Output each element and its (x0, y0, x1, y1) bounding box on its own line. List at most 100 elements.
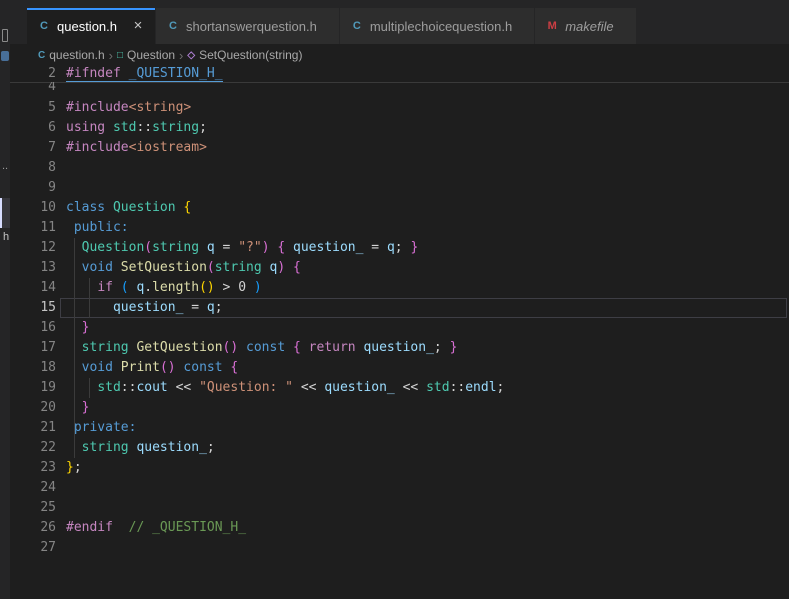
code-line-20[interactable]: 20 } (10, 398, 789, 418)
line-number[interactable]: 16 (10, 318, 56, 338)
tab-shortanswerquestion-h[interactable]: Cshortanswerquestion.h (156, 8, 340, 44)
code-token: #include (66, 140, 129, 155)
line-number[interactable]: 14 (10, 278, 56, 298)
code-line-15[interactable]: 15 question_ = q; (10, 298, 789, 318)
line-number[interactable]: 12 (10, 238, 56, 258)
code-line-10[interactable]: 10 class Question { (10, 198, 789, 218)
line-number[interactable]: 6 (10, 118, 56, 138)
code-token: SetQuestion (120, 260, 207, 275)
code-token: GetQuestion (136, 340, 223, 355)
line-number[interactable]: 2 (10, 66, 56, 82)
code-line-25[interactable]: 25 (10, 498, 789, 518)
line-content: class Question { (66, 198, 789, 218)
code-line-6[interactable]: 6 using std::string; (10, 118, 789, 138)
close-icon[interactable]: × (129, 17, 147, 35)
line-content: void Print() const { (66, 358, 789, 378)
line-content (66, 178, 789, 198)
symbol-method-icon: ◇ (187, 49, 196, 61)
code-token: = (214, 240, 239, 255)
code-token: std (112, 120, 137, 135)
sidebar-active-item-fragment[interactable] (0, 198, 10, 228)
code-token: ) (261, 240, 270, 255)
breadcrumb-item-2[interactable]: ◇ SetQuestion(string) (187, 48, 302, 62)
code-token: << (394, 380, 427, 395)
line-number[interactable]: 24 (10, 478, 56, 498)
code-line-16[interactable]: 16 } (10, 318, 789, 338)
tab-multiplechoicequestion-h[interactable]: Cmultiplechoicequestion.h (339, 8, 536, 44)
line-number[interactable]: 7 (10, 138, 56, 158)
line-number[interactable]: 26 (10, 518, 56, 538)
line-number[interactable]: 21 (10, 418, 56, 438)
line-number[interactable]: 10 (10, 198, 56, 218)
code-token: if (97, 280, 113, 295)
breadcrumb-item-0[interactable]: Cquestion.h (38, 48, 105, 62)
code-token: #endif (66, 520, 113, 535)
line-number[interactable]: 17 (10, 338, 56, 358)
tab-makefile[interactable]: Mmakefile (535, 8, 637, 44)
line-number[interactable]: 11 (10, 218, 56, 238)
code-line-19[interactable]: 19 std::cout << "Question: " << question… (10, 378, 789, 398)
code-line-2[interactable]: 2 #ifndef _QUESTION_H_ (10, 66, 789, 82)
code-line-26[interactable]: 26 #endif // _QUESTION_H_ (10, 518, 789, 538)
code-line-9[interactable]: 9 (10, 178, 789, 198)
line-number[interactable]: 5 (10, 98, 56, 118)
code-line-27[interactable]: 27 (10, 538, 789, 558)
code-token: q (206, 300, 215, 315)
code-line-7[interactable]: 7 #include<iostream> (10, 138, 789, 158)
code-token: Question (112, 200, 176, 215)
sidebar-sliver: .. h (0, 0, 10, 599)
code-line-17[interactable]: 17 string GetQuestion() const { return q… (10, 338, 789, 358)
line-number[interactable]: 27 (10, 538, 56, 558)
code-token: question_ (324, 380, 395, 395)
code-line-13[interactable]: 13 void SetQuestion(string q) { (10, 258, 789, 278)
code-line-5[interactable]: 5 #include<string> (10, 98, 789, 118)
line-number[interactable]: 15 (10, 298, 56, 318)
partially-scrolled-line[interactable]: 4 (10, 82, 789, 98)
line-number[interactable]: 23 (10, 458, 56, 478)
line-number[interactable]: 25 (10, 498, 56, 518)
code-line-21[interactable]: 21 private: (10, 418, 789, 438)
tab-question-h[interactable]: Cquestion.h × (27, 8, 156, 44)
code-token: } (81, 320, 90, 335)
code-editor[interactable]: 2 #ifndef _QUESTION_H_ 4 5 #include<string… (10, 66, 789, 558)
code-token: ; (73, 460, 82, 475)
code-token: Question (81, 240, 145, 255)
code-token: std (97, 380, 121, 395)
code-line-8[interactable]: 8 (10, 158, 789, 178)
code-token: ; (433, 340, 450, 355)
code-token: string (81, 440, 129, 455)
c-file-icon: C (38, 49, 46, 61)
code-line-11[interactable]: 11 public: (10, 218, 789, 238)
code-line-4[interactable]: 4 (10, 82, 789, 97)
symbol-class-icon: □ (116, 49, 124, 61)
line-number[interactable]: 18 (10, 358, 56, 378)
code-line-22[interactable]: 22 string question_; (10, 438, 789, 458)
code-line-12[interactable]: 12 Question(string q = "?") { question_ … (10, 238, 789, 258)
line-number[interactable]: 4 (10, 82, 56, 97)
code-line-14[interactable]: 14 if ( q.length() > 0 ) (10, 278, 789, 298)
code-line-24[interactable]: 24 (10, 478, 789, 498)
breadcrumb-item-1[interactable]: □ Question (117, 48, 175, 62)
code-line-23[interactable]: 23}; (10, 458, 789, 478)
code-token: // _QUESTION_H_ (128, 520, 247, 535)
line-number[interactable]: 20 (10, 398, 56, 418)
line-number[interactable]: 9 (10, 178, 56, 198)
line-number[interactable]: 22 (10, 438, 56, 458)
code-line-18[interactable]: 18 void Print() const { (10, 358, 789, 378)
sticky-scroll-line[interactable]: 2 #ifndef _QUESTION_H_ (10, 66, 789, 82)
line-number[interactable]: 8 (10, 158, 56, 178)
line-number[interactable]: 13 (10, 258, 56, 278)
c-file-icon: C (352, 20, 361, 32)
breadcrumb-label: question.h (49, 48, 105, 62)
sidebar-icon-fragment (2, 29, 8, 42)
line-number[interactable]: 19 (10, 378, 56, 398)
